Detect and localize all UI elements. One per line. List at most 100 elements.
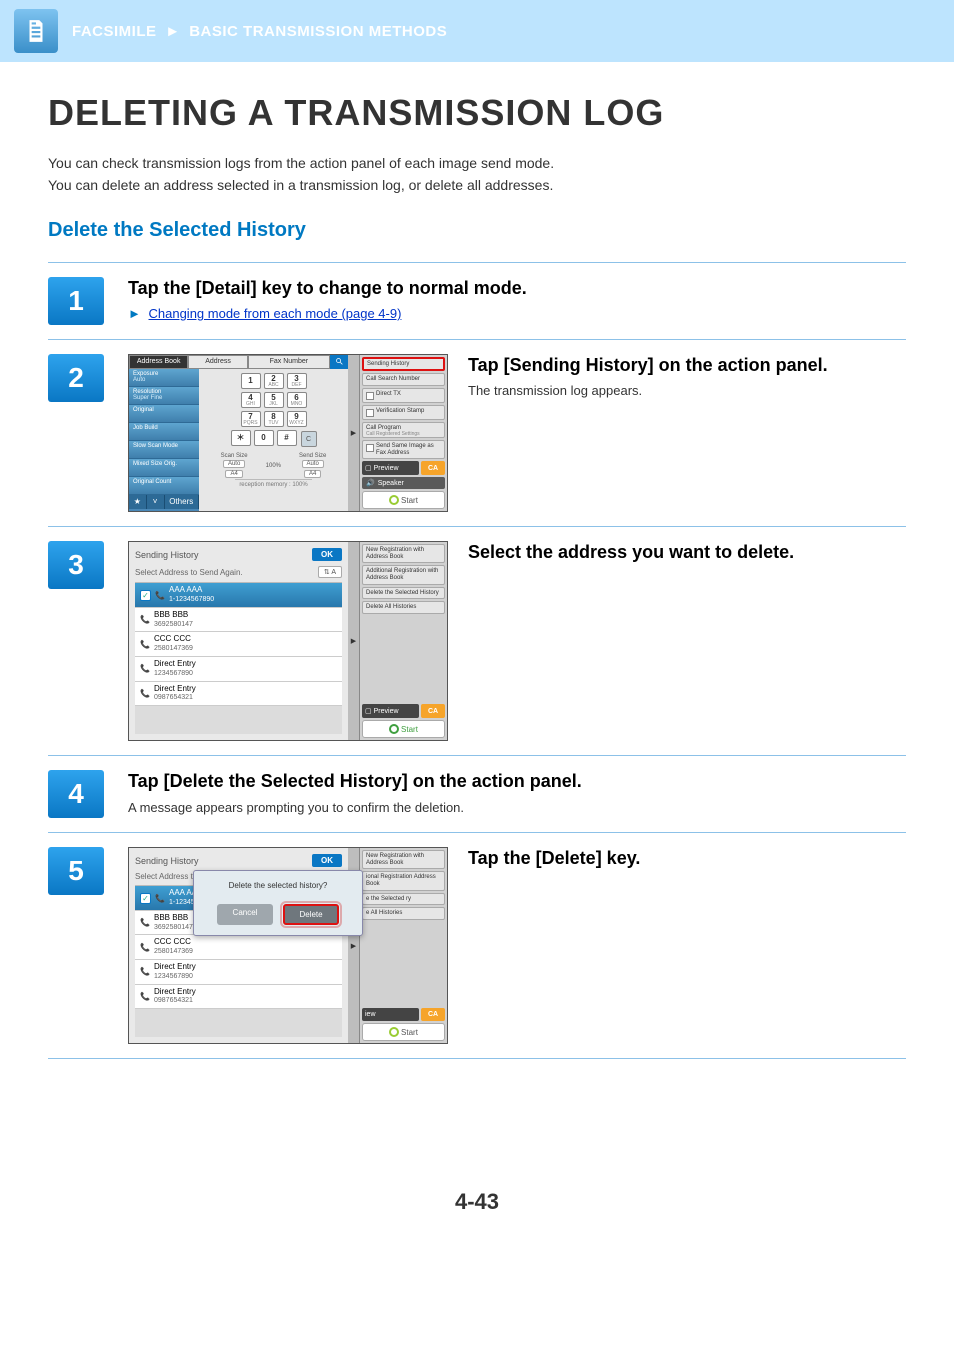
fax-screen-mockup: Address Book Address Fax Number Exposure… bbox=[128, 354, 448, 512]
modal-message: Delete the selected history? bbox=[229, 881, 328, 890]
start-icon bbox=[389, 495, 399, 505]
ok-button[interactable]: OK bbox=[312, 854, 342, 867]
ap-sending-history[interactable]: Sending History bbox=[362, 357, 445, 372]
speaker-button[interactable]: 🔊Speaker bbox=[362, 477, 445, 489]
history-item[interactable]: 📞CCC CCC2580147369 bbox=[135, 632, 342, 657]
preview-icon: ▢ bbox=[365, 464, 372, 472]
history-subtitle: Select Address to Send Again. bbox=[135, 568, 243, 577]
step-5-title: Tap the [Delete] key. bbox=[468, 847, 906, 870]
key-2[interactable]: 2ABC bbox=[264, 373, 284, 389]
sidebar-favorite-icon[interactable]: ★ bbox=[129, 495, 147, 509]
search-button[interactable] bbox=[330, 355, 348, 369]
preview-button[interactable]: ▢Preview bbox=[362, 461, 419, 475]
key-hash[interactable]: # bbox=[277, 430, 297, 446]
history-item[interactable]: 📞Direct Entry0987654321 bbox=[135, 682, 342, 707]
tab-address-book[interactable]: Address Book bbox=[129, 355, 188, 369]
key-clear[interactable]: C bbox=[301, 431, 317, 447]
step-number-badge: 5 bbox=[48, 847, 104, 895]
delete-button[interactable]: Delete bbox=[283, 904, 339, 925]
link-arrow-icon: ► bbox=[128, 306, 141, 321]
key-3[interactable]: 3DEF bbox=[287, 373, 307, 389]
phone-icon: 📞 bbox=[140, 664, 150, 673]
tab-address[interactable]: Address bbox=[188, 355, 247, 369]
cancel-button[interactable]: Cancel bbox=[217, 904, 273, 925]
ap-new-registration[interactable]: New Registration with Address Book bbox=[362, 544, 445, 563]
sort-button[interactable]: ⇅ A bbox=[318, 566, 342, 578]
sidebar-resolution[interactable]: ResolutionSuper Fine bbox=[129, 387, 199, 405]
intro-text: You can check transmission logs from the… bbox=[48, 152, 906, 197]
ap-delete-all-partial[interactable]: e All Histories bbox=[362, 907, 445, 920]
speaker-icon: 🔊 bbox=[366, 479, 375, 487]
sidebar-job-build[interactable]: Job Build bbox=[129, 423, 199, 441]
history-item[interactable]: 📞Direct Entry1234567890 bbox=[135, 657, 342, 682]
ap-direct-tx[interactable]: Direct TX bbox=[362, 388, 445, 403]
step-1-sublink: ► Changing mode from each mode (page 4-9… bbox=[128, 306, 906, 321]
divider bbox=[48, 755, 906, 756]
tab-fax-number[interactable]: Fax Number bbox=[248, 355, 330, 369]
panel-handle-icon[interactable] bbox=[348, 542, 359, 740]
key-star[interactable]: ＊ bbox=[231, 430, 251, 446]
ap-call-program[interactable]: Call Program Call Registered Settings bbox=[362, 422, 445, 438]
sidebar-down-icon[interactable]: ˅ bbox=[147, 495, 165, 509]
scan-size-auto[interactable]: Auto bbox=[223, 460, 245, 468]
divider bbox=[48, 526, 906, 527]
phone-icon: 📞 bbox=[140, 615, 150, 624]
ca-button[interactable]: CA bbox=[421, 704, 445, 718]
history-item[interactable]: 📞Direct Entry0987654321 bbox=[135, 985, 342, 1010]
history-item[interactable]: 📞BBB BBB3692580147 bbox=[135, 608, 342, 633]
key-8[interactable]: 8TUV bbox=[264, 411, 284, 427]
history-item[interactable]: ✓📞AAA AAA1-1234567890 bbox=[135, 583, 342, 608]
send-size-auto[interactable]: Auto bbox=[302, 460, 324, 468]
preview-button[interactable]: ▢Preview bbox=[362, 704, 419, 718]
changing-mode-link[interactable]: Changing mode from each mode (page 4-9) bbox=[149, 306, 402, 321]
ap-delete-all[interactable]: Delete All Histories bbox=[362, 601, 445, 614]
phone-icon: 📞 bbox=[155, 591, 165, 600]
start-button[interactable]: Start bbox=[362, 491, 445, 509]
key-7[interactable]: 7PQRS bbox=[241, 411, 261, 427]
history-item[interactable]: 📞CCC CCC2580147369 bbox=[135, 935, 342, 960]
start-button[interactable]: Start bbox=[362, 720, 445, 738]
scan-size-paper[interactable]: A4 bbox=[225, 470, 242, 478]
sidebar-others[interactable]: Others bbox=[165, 495, 200, 509]
ca-button[interactable]: CA bbox=[421, 461, 445, 475]
ap-call-search[interactable]: Call Search Number bbox=[362, 373, 445, 386]
ap-new-registration[interactable]: New Registration with Address Book bbox=[362, 850, 445, 869]
history-item[interactable]: 📞Direct Entry1234567890 bbox=[135, 960, 342, 985]
key-9[interactable]: 9WXYZ bbox=[287, 411, 307, 427]
phone-icon: 📞 bbox=[140, 967, 150, 976]
sidebar-original[interactable]: Original bbox=[129, 405, 199, 423]
key-0[interactable]: 0 bbox=[254, 430, 274, 446]
sidebar-original-count[interactable]: Original Count bbox=[129, 477, 199, 495]
step-1-title: Tap the [Detail] key to change to normal… bbox=[128, 277, 906, 300]
step-4-title: Tap [Delete the Selected History] on the… bbox=[128, 770, 906, 793]
ca-button[interactable]: CA bbox=[421, 1008, 445, 1021]
key-4[interactable]: 4GHI bbox=[241, 392, 261, 408]
sidebar-slow-scan[interactable]: Slow Scan Mode bbox=[129, 441, 199, 459]
check-icon: ✓ bbox=[140, 590, 151, 601]
ap-delete-selected[interactable]: Delete the Selected History bbox=[362, 587, 445, 600]
key-6[interactable]: 6MNO bbox=[287, 392, 307, 408]
step-2-title: Tap [Sending History] on the action pane… bbox=[468, 354, 906, 377]
sidebar-exposure[interactable]: ExposureAuto bbox=[129, 369, 199, 387]
tab-row: Address Book Address Fax Number bbox=[129, 355, 348, 369]
start-button[interactable]: Start bbox=[362, 1023, 445, 1041]
ap-verification-stamp[interactable]: Verification Stamp bbox=[362, 405, 445, 420]
key-1[interactable]: 1 bbox=[241, 373, 261, 389]
ap-additional-registration[interactable]: Additional Registration with Address Boo… bbox=[362, 565, 445, 584]
divider bbox=[48, 832, 906, 833]
panel-handle-icon[interactable] bbox=[348, 355, 359, 511]
preview-button-partial[interactable]: iew bbox=[362, 1008, 419, 1021]
send-size-paper[interactable]: A4 bbox=[304, 470, 321, 478]
ap-send-same-image[interactable]: Send Same Image as Fax Address bbox=[362, 440, 445, 459]
breadcrumb: FACSIMILE ► BASIC TRANSMISSION METHODS bbox=[72, 23, 447, 40]
start-icon bbox=[389, 724, 399, 734]
ap-delete-selected-partial[interactable]: e the Selected ry bbox=[362, 893, 445, 906]
empty-area bbox=[135, 1009, 342, 1037]
key-5[interactable]: 5JKL bbox=[264, 392, 284, 408]
ap-additional-registration-partial[interactable]: ional Registration Address Book bbox=[362, 871, 445, 890]
ok-button[interactable]: OK bbox=[312, 548, 342, 561]
sidebar-mixed-size[interactable]: Mixed Size Orig. bbox=[129, 459, 199, 477]
history-title: Sending History bbox=[135, 856, 199, 866]
header-bar: FACSIMILE ► BASIC TRANSMISSION METHODS bbox=[0, 0, 954, 62]
start-icon bbox=[389, 1027, 399, 1037]
